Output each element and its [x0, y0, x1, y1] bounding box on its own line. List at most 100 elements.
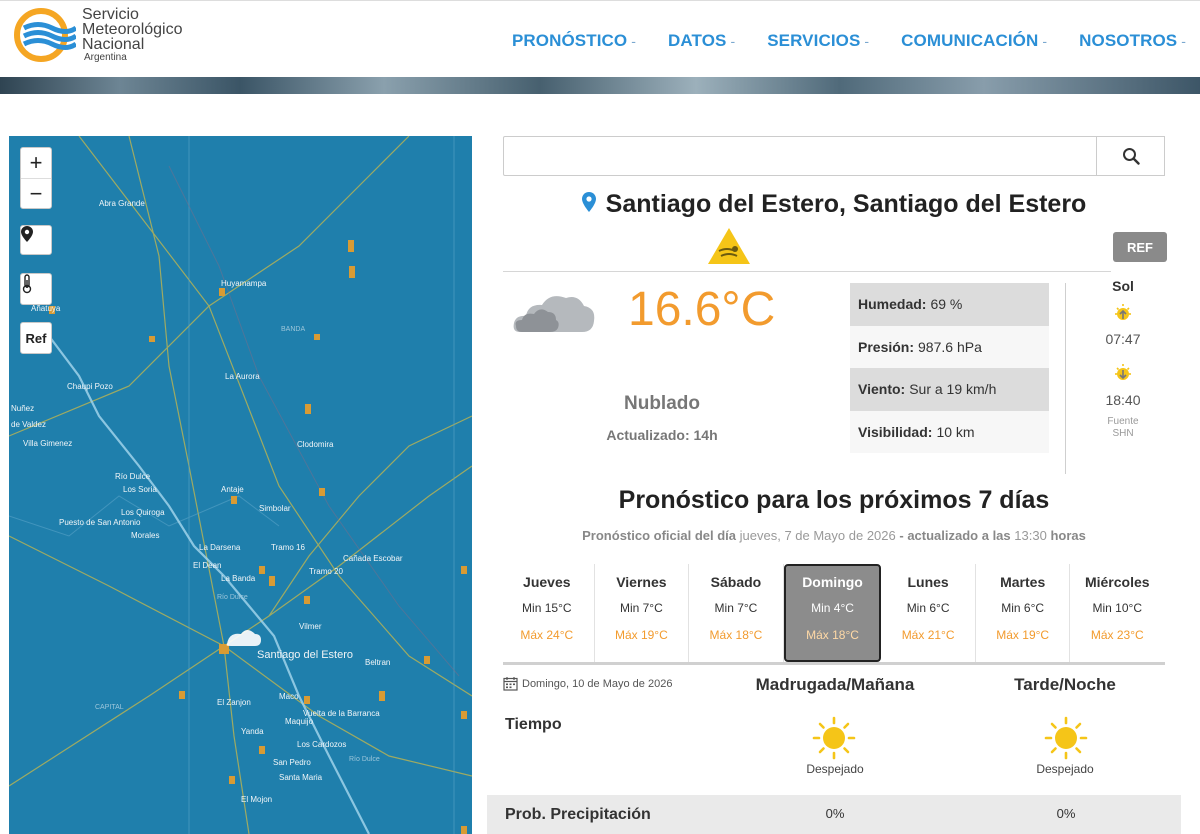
nav-pronostico[interactable]: PRONÓSTICO - — [512, 31, 636, 51]
day-max: Máx 24°C — [520, 628, 574, 642]
day-min: Min 7°C — [619, 601, 663, 615]
map-label: Maco — [279, 692, 299, 701]
sun-source-label: Fuente — [1107, 416, 1139, 427]
map-label: Chaupi Pozo — [67, 382, 113, 391]
map-label: La Banda — [221, 574, 256, 583]
day-tab-viernes[interactable]: Viernes Min 7°C Máx 19°C — [595, 564, 690, 662]
map-label: Simbolar — [259, 504, 291, 513]
location-title: Santiago del Estero, Santiago del Estero — [503, 190, 1165, 219]
wind-warning-icon[interactable] — [707, 227, 751, 265]
nav-nosotros[interactable]: NOSOTROS - — [1079, 31, 1186, 51]
map-location-button[interactable] — [20, 225, 52, 255]
map-label: Los Quiroga — [121, 508, 165, 517]
nav-comunicacion[interactable]: COMUNICACIÓN - — [901, 31, 1047, 51]
divider — [503, 662, 1165, 665]
day-max: Máx 23°C — [1090, 628, 1144, 642]
day-name: Miércoles — [1084, 574, 1150, 590]
precip-morning: 0% — [825, 806, 845, 821]
weather-evening-text: Despejado — [1036, 762, 1094, 776]
map-label: Puesto de San Antonio — [59, 518, 141, 527]
map-label: Cañada Escobar — [343, 554, 403, 563]
location-search-input[interactable] — [503, 136, 1097, 176]
map-label: Morales — [131, 531, 160, 540]
header-banner-image — [0, 77, 1200, 94]
day-min: Min 15°C — [522, 601, 572, 615]
logo-country: Argentina — [84, 52, 127, 63]
divider — [503, 271, 1111, 272]
day-max: Máx 18°C — [709, 628, 763, 642]
map-label: La Aurora — [225, 372, 260, 381]
map-zoom-control: + − — [20, 147, 52, 209]
sunrise-time: 07:47 — [1105, 331, 1141, 347]
day-name: Sábado — [710, 574, 762, 590]
day-tab-jueves[interactable]: Jueves Min 15°C Máx 24°C — [500, 564, 595, 662]
detail-date-text: Domingo, 10 de Mayo de 2026 — [522, 677, 673, 690]
map-label: de Valdez — [11, 420, 46, 429]
map-label: Santiago del Estero — [257, 649, 354, 661]
stat-value: 69 % — [930, 296, 963, 313]
row-label-precip: Prob. Precipitación — [505, 806, 651, 823]
nav-comunicacion-label: COMUNICACIÓN — [901, 31, 1039, 50]
day-name: Jueves — [523, 574, 571, 590]
map-label: Tramo 16 — [271, 543, 305, 552]
weather-morning-text: Despejado — [806, 762, 864, 776]
day-tab-martes[interactable]: Martes Min 6°C Máx 19°C — [976, 564, 1071, 662]
thermometer-icon — [22, 274, 32, 294]
search-button[interactable] — [1096, 136, 1165, 176]
divider — [1065, 283, 1066, 474]
map-label: Nuñez — [11, 404, 35, 413]
forecast-issue-time: 13:30 — [1014, 528, 1047, 543]
map-label: Beltran — [365, 658, 391, 667]
stat-label: Humedad: — [858, 296, 927, 313]
map-label: San Pedro — [273, 758, 311, 767]
weather-map[interactable]: + − Ref Abra Grande Huyamampa BANDA Añat… — [9, 136, 472, 834]
updated-time: Actualizado: 14h — [606, 427, 718, 443]
day-min: Min 10°C — [1092, 601, 1142, 615]
row-label-weather: Tiempo — [505, 716, 562, 733]
map-label: Río Dulce — [349, 756, 380, 763]
sunset-time: 18:40 — [1105, 392, 1141, 408]
map-label: La Darsena — [199, 543, 241, 552]
map-label: Vuelta de la Barranca — [303, 709, 380, 718]
zoom-in-button[interactable]: + — [21, 148, 51, 178]
map-temperature-layer-button[interactable] — [20, 273, 52, 305]
map-label: Río Dulce — [217, 594, 248, 601]
dropdown-caret-icon: - — [631, 33, 637, 49]
map-label: Clodomira — [297, 440, 334, 449]
column-evening: Tarde/Noche — [1014, 675, 1116, 694]
day-max: Máx 21°C — [901, 628, 955, 642]
nav-servicios[interactable]: SERVICIOS - — [767, 31, 869, 51]
nav-datos[interactable]: DATOS - — [668, 31, 735, 51]
day-name: Viernes — [616, 574, 667, 590]
stat-visibility: Visibilidad: 10 km — [850, 410, 1049, 453]
cloudy-icon — [513, 296, 595, 332]
day-tab-lunes[interactable]: Lunes Min 6°C Máx 21°C — [881, 564, 976, 662]
day-max: Máx 19°C — [996, 628, 1050, 642]
day-tab-miercoles[interactable]: Miércoles Min 10°C Máx 23°C — [1070, 564, 1164, 662]
logo-text: Servicio Meteorológico Nacional Argentin… — [82, 7, 183, 64]
day-max: Máx 19°C — [614, 628, 668, 642]
zoom-out-button[interactable]: − — [21, 178, 51, 208]
sun-title: Sol — [1112, 278, 1134, 294]
smn-logo[interactable]: Servicio Meteorológico Nacional Argentin… — [14, 5, 214, 65]
logo-line-2: Meteorológico — [82, 21, 183, 38]
nav-pronostico-label: PRONÓSTICO — [511, 31, 628, 50]
forecast-sub-text: - actualizado a las — [899, 528, 1011, 543]
logo-line-3: Nacional — [82, 36, 145, 53]
map-label: El Mojon — [241, 795, 273, 804]
stat-pressure: Presión: 987.6 hPa — [850, 325, 1049, 368]
ref-button[interactable]: REF — [1113, 232, 1167, 262]
location-title-text: Santiago del Estero, Santiago del Estero — [605, 190, 1087, 218]
forecast-day-tabs: Jueves Min 15°C Máx 24°C Viernes Min 7°C Máx… — [500, 564, 1164, 662]
stat-wind: Viento: Sur a 19 km/h — [850, 368, 1049, 411]
day-tab-sabado[interactable]: Sábado Min 7°C Máx 18°C — [689, 564, 784, 662]
map-ref-button[interactable]: Ref — [20, 322, 52, 354]
day-min: Min 6°C — [906, 601, 950, 615]
detail-date: Domingo, 10 de Mayo de 2026 — [503, 676, 672, 691]
stat-humidity: Humedad: 69 % — [850, 283, 1049, 326]
day-max: Máx 18°C — [806, 628, 859, 642]
nav-nosotros-label: NOSOTROS — [1079, 31, 1178, 50]
calendar-icon — [503, 677, 518, 691]
day-tab-domingo[interactable]: Domingo Min 4°C Máx 18°C — [783, 564, 882, 662]
map-label: Maquijo — [285, 717, 314, 726]
